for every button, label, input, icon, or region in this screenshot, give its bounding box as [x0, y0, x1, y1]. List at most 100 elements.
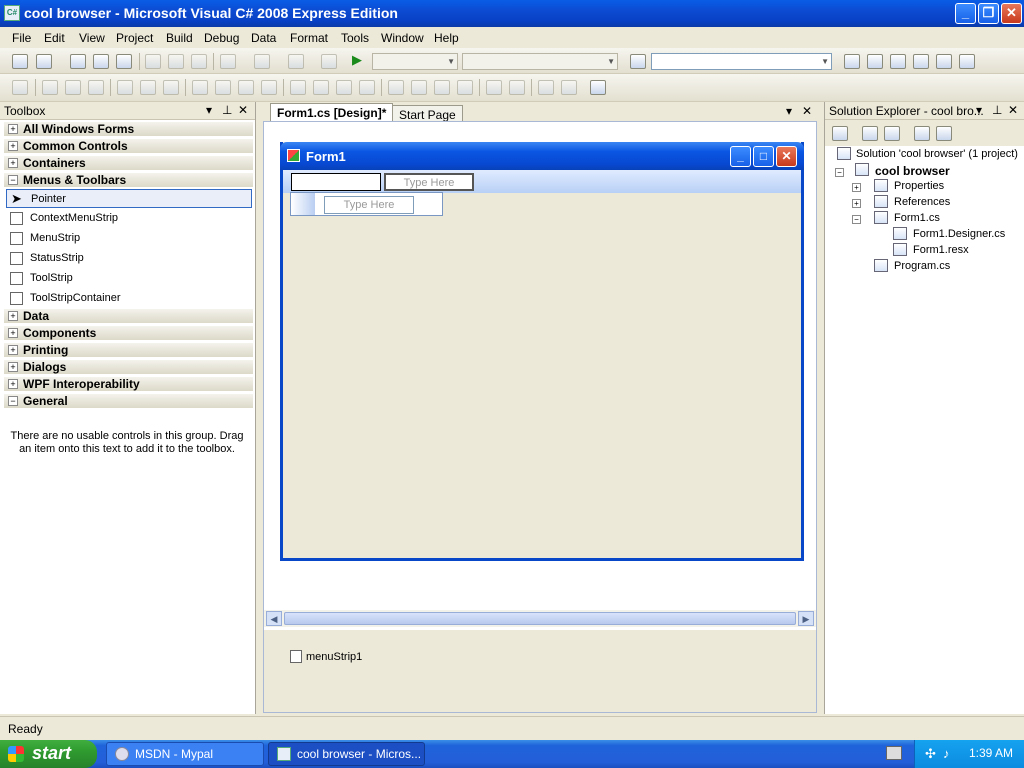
node-form1-resx[interactable]: Form1.resx [913, 244, 969, 256]
find-icon[interactable] [844, 54, 860, 69]
node-form1-designer-cs[interactable]: Form1.Designer.cs [913, 228, 1005, 240]
volume-icon[interactable]: ♪ [943, 746, 950, 761]
h-spacing-decrease-icon[interactable] [336, 80, 352, 95]
send-to-back-icon[interactable] [561, 80, 577, 95]
menu-window[interactable]: Window [381, 31, 424, 45]
menu-help[interactable]: Help [434, 31, 459, 45]
menu-format[interactable]: Format [290, 31, 328, 45]
close-icon[interactable]: ✕ [238, 103, 248, 117]
toolbox-group-wpf-interoperability[interactable]: + WPF Interoperability [4, 377, 253, 392]
align-rights-icon[interactable] [88, 80, 104, 95]
properties-window-icon[interactable] [867, 54, 883, 69]
taskbar-item-cool-browser[interactable]: cool browser - Micros... [268, 742, 425, 766]
tab-start-page[interactable]: Start Page [392, 105, 463, 122]
toolbox-item-pointer[interactable]: ➤ Pointer [6, 189, 252, 208]
minimize-button[interactable]: _ [955, 3, 976, 24]
tab-order-icon[interactable] [590, 80, 606, 95]
navigate-backward-icon[interactable] [288, 54, 304, 69]
toolbox-group-printing[interactable]: + Printing [4, 343, 253, 358]
node-form1-cs[interactable]: Form1.cs [894, 212, 940, 224]
refresh-icon[interactable] [884, 126, 900, 141]
align-to-grid-icon[interactable] [12, 80, 28, 95]
toolbox-group-menus-toolbars[interactable]: − Menus & Toolbars [4, 173, 253, 188]
active-files-icon[interactable]: ▾ [786, 104, 792, 118]
project-node[interactable]: cool browser [875, 164, 950, 178]
cut-icon[interactable] [145, 54, 161, 69]
pin-icon[interactable]: ⊥ [222, 103, 232, 117]
align-bottoms-icon[interactable] [163, 80, 179, 95]
menu-data[interactable]: Data [251, 31, 276, 45]
align-centers-icon[interactable] [65, 80, 81, 95]
node-references[interactable]: References [894, 196, 950, 208]
toolbox-item-toolstrip[interactable]: ToolStrip [6, 269, 252, 288]
toolbox-item-menustrip[interactable]: MenuStrip [6, 229, 252, 248]
clock[interactable]: 1:39 AM [969, 746, 1013, 760]
solution-platform-combo[interactable]: ▼ [462, 53, 618, 70]
expand-icon[interactable]: + [852, 199, 861, 208]
navigate-forward-icon[interactable] [321, 54, 337, 69]
v-spacing-increase-icon[interactable] [411, 80, 427, 95]
node-properties[interactable]: Properties [894, 180, 944, 192]
menu-dropdown-designer[interactable]: Type Here [290, 192, 443, 216]
redo-icon[interactable] [254, 54, 270, 69]
new-project-icon[interactable] [12, 54, 28, 69]
restore-button[interactable]: ❐ [978, 3, 999, 24]
solution-node[interactable]: Solution 'cool browser' (1 project) [856, 148, 1018, 160]
toolbox-group-all-windows-forms[interactable]: + All Windows Forms [4, 122, 253, 137]
menu-view[interactable]: View [79, 31, 105, 45]
toolbox-group-containers[interactable]: + Containers [4, 156, 253, 171]
make-same-height-icon[interactable] [238, 80, 254, 95]
make-same-width-icon[interactable] [192, 80, 208, 95]
tab-form1-design[interactable]: Form1.cs [Design]* [270, 103, 394, 121]
scroll-right-icon[interactable]: ▶ [798, 611, 814, 626]
start-page-icon[interactable] [936, 54, 952, 69]
toolbox-group-dialogs[interactable]: + Dialogs [4, 360, 253, 375]
size-to-grid-icon[interactable] [215, 80, 231, 95]
horizontal-scrollbar[interactable]: ◀ ▶ [264, 610, 816, 627]
find-in-files-icon[interactable] [630, 54, 646, 69]
close-button[interactable]: ✕ [1001, 3, 1022, 24]
properties-icon[interactable] [832, 126, 848, 141]
menu-file[interactable]: File [12, 31, 31, 45]
general-empty-message[interactable]: There are no usable controls in this gro… [8, 430, 246, 456]
view-code-icon[interactable] [914, 126, 930, 141]
save-all-icon[interactable] [116, 54, 132, 69]
scroll-thumb[interactable] [284, 612, 796, 625]
menu-item-edit-box[interactable] [291, 173, 381, 191]
h-spacing-equal-icon[interactable] [290, 80, 306, 95]
keyboard-icon[interactable] [886, 746, 902, 760]
window-position-icon[interactable]: ▾ [206, 103, 212, 117]
menu-edit[interactable]: Edit [44, 31, 65, 45]
close-document-icon[interactable]: ✕ [802, 104, 812, 118]
menustrip-designer[interactable]: Type Here [283, 170, 801, 193]
toolbox-group-common-controls[interactable]: + Common Controls [4, 139, 253, 154]
toolbox-item-statusstrip[interactable]: StatusStrip [6, 249, 252, 268]
make-same-size-icon[interactable] [261, 80, 277, 95]
undo-icon[interactable] [220, 54, 236, 69]
h-spacing-increase-icon[interactable] [313, 80, 329, 95]
open-file-icon[interactable] [70, 54, 86, 69]
view-designer-icon[interactable] [936, 126, 952, 141]
form1-title-bar[interactable]: Form1 _ □ ✕ [280, 142, 804, 170]
save-icon[interactable] [93, 54, 109, 69]
window-title-bar[interactable]: C# cool browser - Microsoft Visual C# 20… [0, 0, 1024, 27]
find-combo[interactable]: ▼ [651, 53, 832, 70]
menu-debug[interactable]: Debug [204, 31, 239, 45]
toolbox-item-toolstripcontainer[interactable]: ToolStripContainer [6, 289, 252, 308]
collapse-icon[interactable]: − [835, 168, 844, 177]
pin-icon[interactable]: ⊥ [992, 103, 1002, 117]
center-vertically-icon[interactable] [509, 80, 525, 95]
menu-build[interactable]: Build [166, 31, 193, 45]
toolbox-icon[interactable] [913, 54, 929, 69]
center-horizontally-icon[interactable] [486, 80, 502, 95]
toolbox-group-data[interactable]: + Data [4, 309, 253, 324]
show-all-files-icon[interactable] [862, 126, 878, 141]
paste-icon[interactable] [191, 54, 207, 69]
copy-icon[interactable] [168, 54, 184, 69]
v-spacing-equal-icon[interactable] [388, 80, 404, 95]
toolbox-group-general[interactable]: − General [4, 394, 253, 409]
node-program-cs[interactable]: Program.cs [894, 260, 950, 272]
toolbox-group-components[interactable]: + Components [4, 326, 253, 341]
menu-tools[interactable]: Tools [341, 31, 369, 45]
type-here-top[interactable]: Type Here [384, 173, 474, 191]
